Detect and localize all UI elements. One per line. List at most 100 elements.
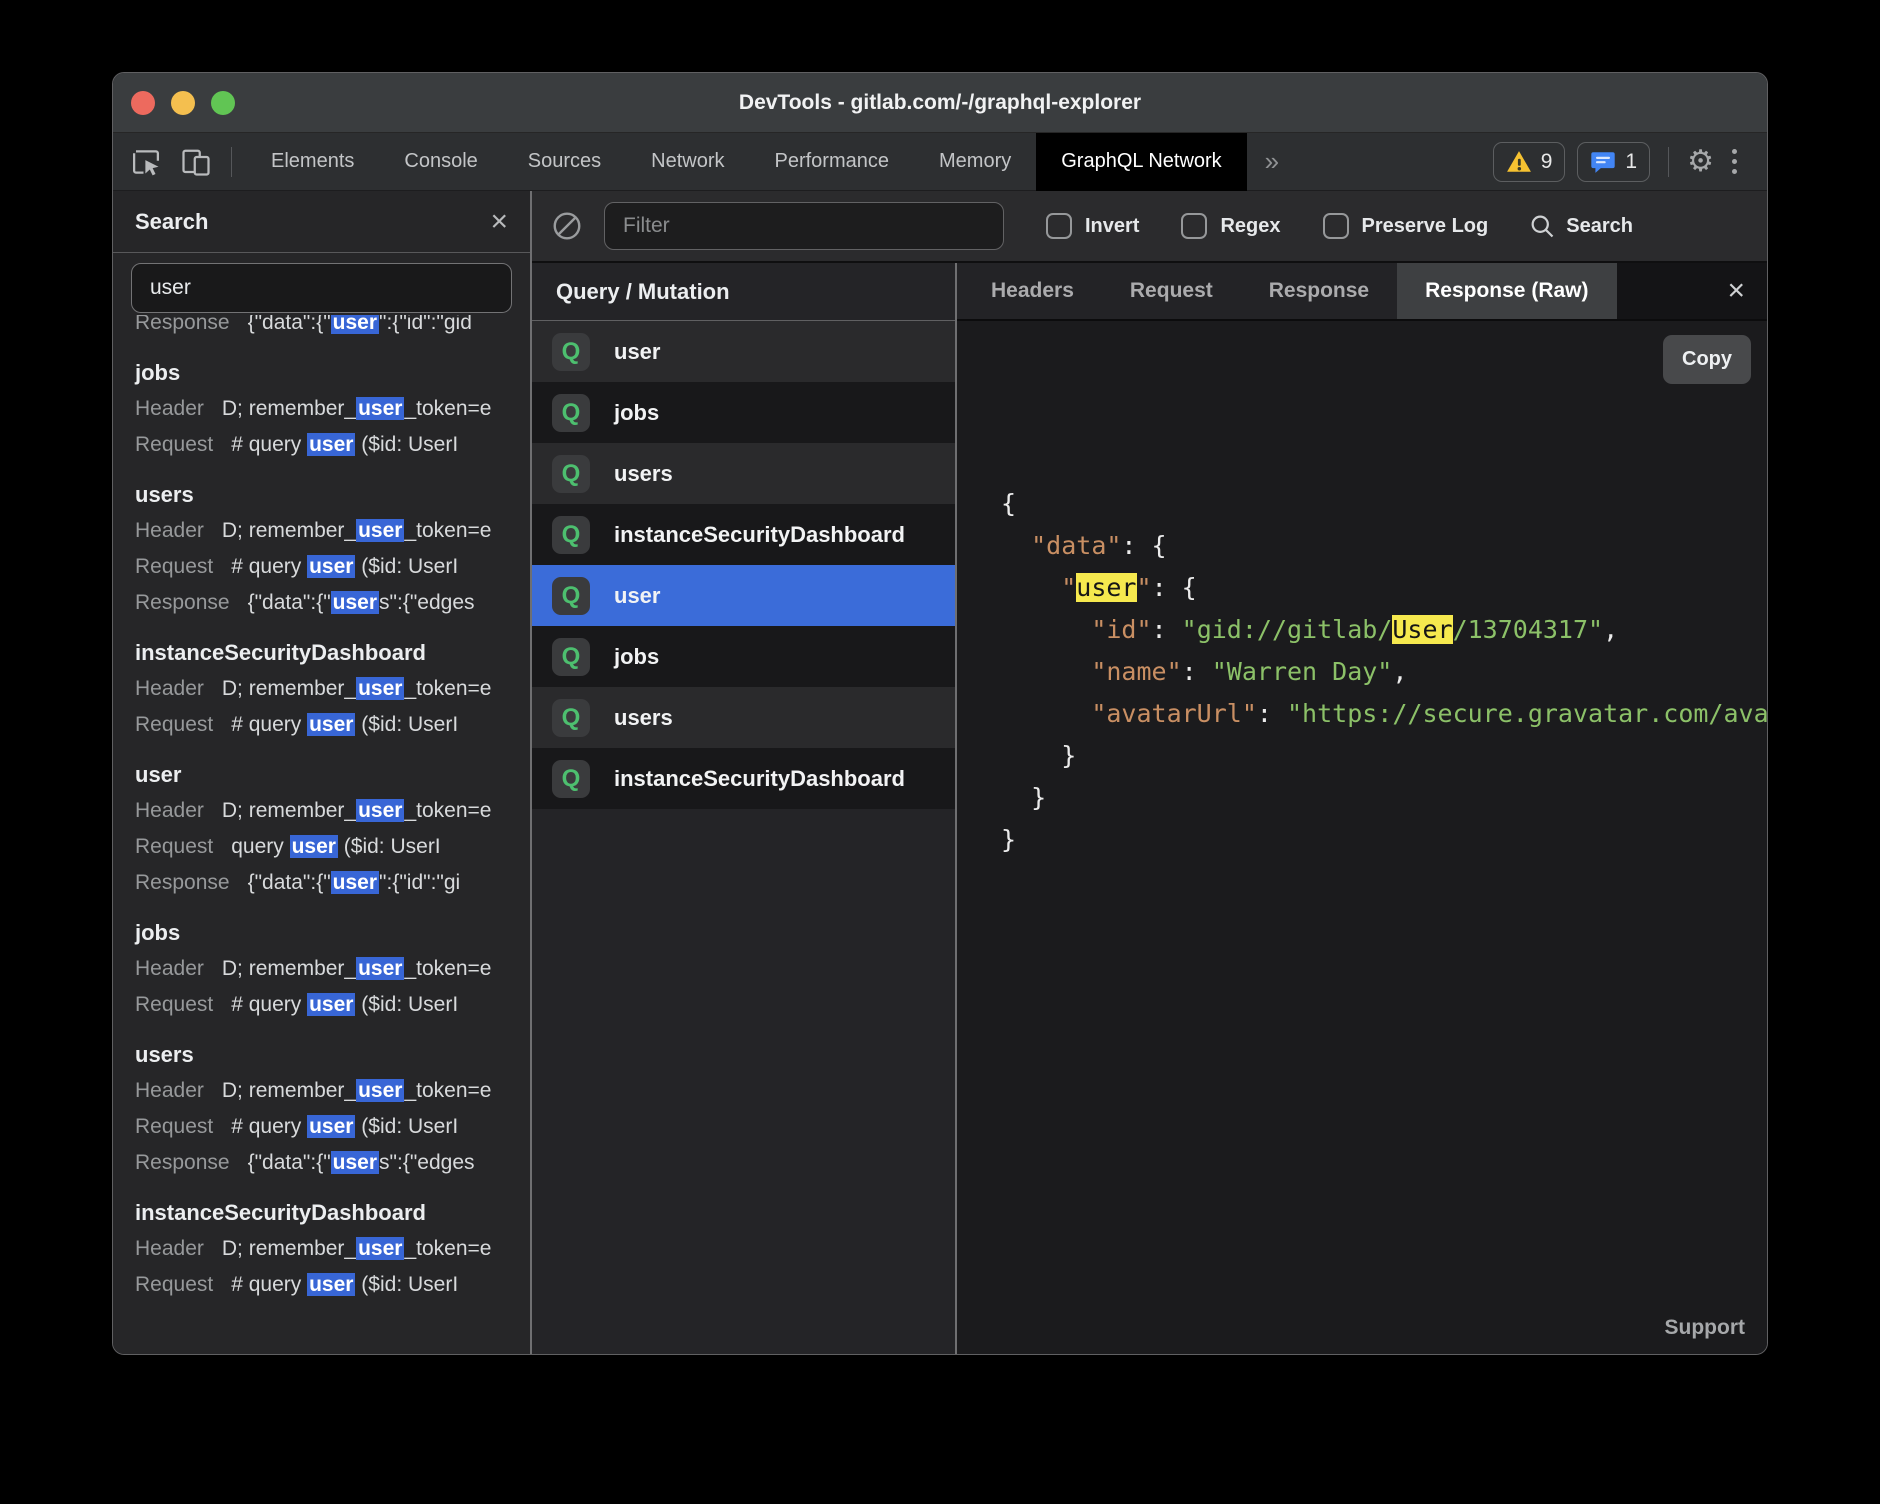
text-segment: : xyxy=(1257,699,1287,728)
row-label: Request xyxy=(135,433,213,456)
row-label: Response xyxy=(135,315,230,334)
result-group-title[interactable]: instanceSecurityDashboard xyxy=(135,1195,530,1231)
query-list-item[interactable]: Qusers xyxy=(532,687,955,748)
tab-headers[interactable]: Headers xyxy=(963,263,1102,319)
search-result-row[interactable]: Request# query user ($id: UserI xyxy=(135,987,530,1023)
devtools-toolbar: Elements Console Sources Network Perform… xyxy=(113,133,1767,191)
query-list-header: Query / Mutation xyxy=(532,263,955,321)
inspect-cursor-icon[interactable] xyxy=(129,145,163,179)
tab-request[interactable]: Request xyxy=(1102,263,1241,319)
text-segment: : { xyxy=(1121,531,1166,560)
tab-network[interactable]: Network xyxy=(626,133,749,191)
text-segment: , xyxy=(1392,657,1407,686)
search-result-row[interactable]: HeaderD; remember_user_token=e xyxy=(135,1231,530,1267)
search-result-row[interactable]: HeaderD; remember_user_token=e xyxy=(135,1073,530,1109)
search-close-icon[interactable]: × xyxy=(490,207,508,237)
row-label: Response xyxy=(135,1151,230,1174)
tab-performance[interactable]: Performance xyxy=(750,133,915,191)
query-badge-icon: Q xyxy=(552,333,590,371)
text-segment: _token=e xyxy=(404,519,491,542)
text-segment: D; remember_ xyxy=(222,799,356,822)
search-input[interactable] xyxy=(131,263,512,313)
more-tabs-chevron-icon[interactable]: » xyxy=(1247,146,1297,177)
warning-icon xyxy=(1506,149,1532,175)
copy-button[interactable]: Copy xyxy=(1663,335,1751,384)
window-title: DevTools - gitlab.com/-/graphql-explorer xyxy=(113,91,1767,115)
result-group-title[interactable]: users xyxy=(135,1037,530,1073)
search-toggle[interactable]: Search xyxy=(1528,212,1633,240)
text-segment: : xyxy=(1152,615,1182,644)
match-highlight: user xyxy=(307,433,355,456)
query-list-item[interactable]: Qjobs xyxy=(532,626,955,687)
response-raw-json: Copy { "data": { "user": { "id": "gid://… xyxy=(957,321,1767,1354)
issues-badge[interactable]: 1 xyxy=(1577,142,1650,182)
filter-input[interactable] xyxy=(604,202,1004,250)
minimize-button[interactable] xyxy=(171,91,195,115)
match-highlight: user xyxy=(307,1273,355,1296)
clear-block-icon[interactable] xyxy=(550,209,584,243)
text-segment: _token=e xyxy=(404,957,491,980)
search-result-row[interactable]: Request# query user ($id: UserI xyxy=(135,1267,530,1303)
search-result-row[interactable]: Request# query user ($id: UserI xyxy=(135,1109,530,1145)
search-result-row[interactable]: Response{"data":{"user":{"id":"gi xyxy=(135,865,530,901)
query-list-item[interactable]: Quser xyxy=(532,565,955,626)
result-group-title[interactable]: user xyxy=(135,757,530,793)
tab-elements[interactable]: Elements xyxy=(246,133,379,191)
zoom-button[interactable] xyxy=(211,91,235,115)
json-line: "data": { xyxy=(1001,525,1767,567)
settings-gear-icon[interactable]: ⚙ xyxy=(1687,147,1714,177)
query-list-item[interactable]: Qusers xyxy=(532,443,955,504)
search-result-row[interactable]: Request# query user ($id: UserI xyxy=(135,427,530,463)
invert-checkbox[interactable] xyxy=(1046,213,1072,239)
tab-response[interactable]: Response xyxy=(1241,263,1397,319)
query-list-item[interactable]: Quser xyxy=(532,321,955,382)
query-list-item[interactable]: Qjobs xyxy=(532,382,955,443)
tab-memory[interactable]: Memory xyxy=(914,133,1036,191)
warnings-badge[interactable]: 9 xyxy=(1493,142,1566,182)
close-button[interactable] xyxy=(131,91,155,115)
regex-checkbox[interactable] xyxy=(1181,213,1207,239)
more-options-icon[interactable] xyxy=(1718,143,1751,180)
search-result-row[interactable]: Request# query user ($id: UserI xyxy=(135,707,530,743)
result-group-title[interactable]: instanceSecurityDashboard xyxy=(135,635,530,671)
support-link[interactable]: Support xyxy=(1665,1316,1745,1340)
match-highlight: user xyxy=(307,713,355,736)
json-line: { xyxy=(1001,483,1767,525)
search-panel-title: Search xyxy=(135,209,208,235)
search-result-row[interactable]: HeaderD; remember_user_token=e xyxy=(135,951,530,987)
search-result-row[interactable]: Response{"data":{"users":{"edges xyxy=(135,1145,530,1181)
row-label: Header xyxy=(135,1237,204,1260)
query-badge-icon: Q xyxy=(552,760,590,798)
result-group-title[interactable]: jobs xyxy=(135,915,530,951)
text-segment: "avatarUrl" xyxy=(1091,699,1257,728)
preserve-log-checkbox[interactable] xyxy=(1323,213,1349,239)
search-result-row[interactable]: Response{"data":{"user":{"id":"gid xyxy=(135,315,530,341)
detail-tabs-group: Headers Request Response Response (Raw) xyxy=(957,263,1617,319)
tab-console[interactable]: Console xyxy=(379,133,502,191)
search-result-row[interactable]: HeaderD; remember_user_token=e xyxy=(135,793,530,829)
text-segment: ($id: UserI xyxy=(355,555,458,578)
tab-response-raw[interactable]: Response (Raw) xyxy=(1397,263,1616,319)
search-result-row[interactable]: Response{"data":{"users":{"edges xyxy=(135,585,530,621)
text-segment: _token=e xyxy=(404,1237,491,1260)
search-result-row[interactable]: HeaderD; remember_user_token=e xyxy=(135,391,530,427)
query-badge-icon: Q xyxy=(552,638,590,676)
search-result-row[interactable]: HeaderD; remember_user_token=e xyxy=(135,671,530,707)
text-segment: D; remember_ xyxy=(222,1079,356,1102)
tab-sources[interactable]: Sources xyxy=(503,133,626,191)
content-row: Query / Mutation QuserQjobsQusersQinstan… xyxy=(532,263,1767,1354)
detail-tabs: Headers Request Response Response (Raw) … xyxy=(957,263,1767,321)
search-result-row[interactable]: Request# query user ($id: UserI xyxy=(135,549,530,585)
text-segment: : { xyxy=(1152,573,1197,602)
query-list-item[interactable]: QinstanceSecurityDashboard xyxy=(532,748,955,809)
tab-graphql-network[interactable]: GraphQL Network xyxy=(1036,133,1246,191)
detail-close-icon[interactable]: × xyxy=(1705,263,1767,319)
text-segment: s":{"edges xyxy=(379,591,474,614)
query-list-item[interactable]: QinstanceSecurityDashboard xyxy=(532,504,955,565)
result-group-title[interactable]: jobs xyxy=(135,355,530,391)
search-result-row[interactable]: HeaderD; remember_user_token=e xyxy=(135,513,530,549)
result-group-title[interactable]: users xyxy=(135,477,530,513)
match-highlight: user xyxy=(356,957,404,980)
device-toolbar-icon[interactable] xyxy=(179,145,213,179)
search-result-row[interactable]: Requestquery user ($id: UserI xyxy=(135,829,530,865)
